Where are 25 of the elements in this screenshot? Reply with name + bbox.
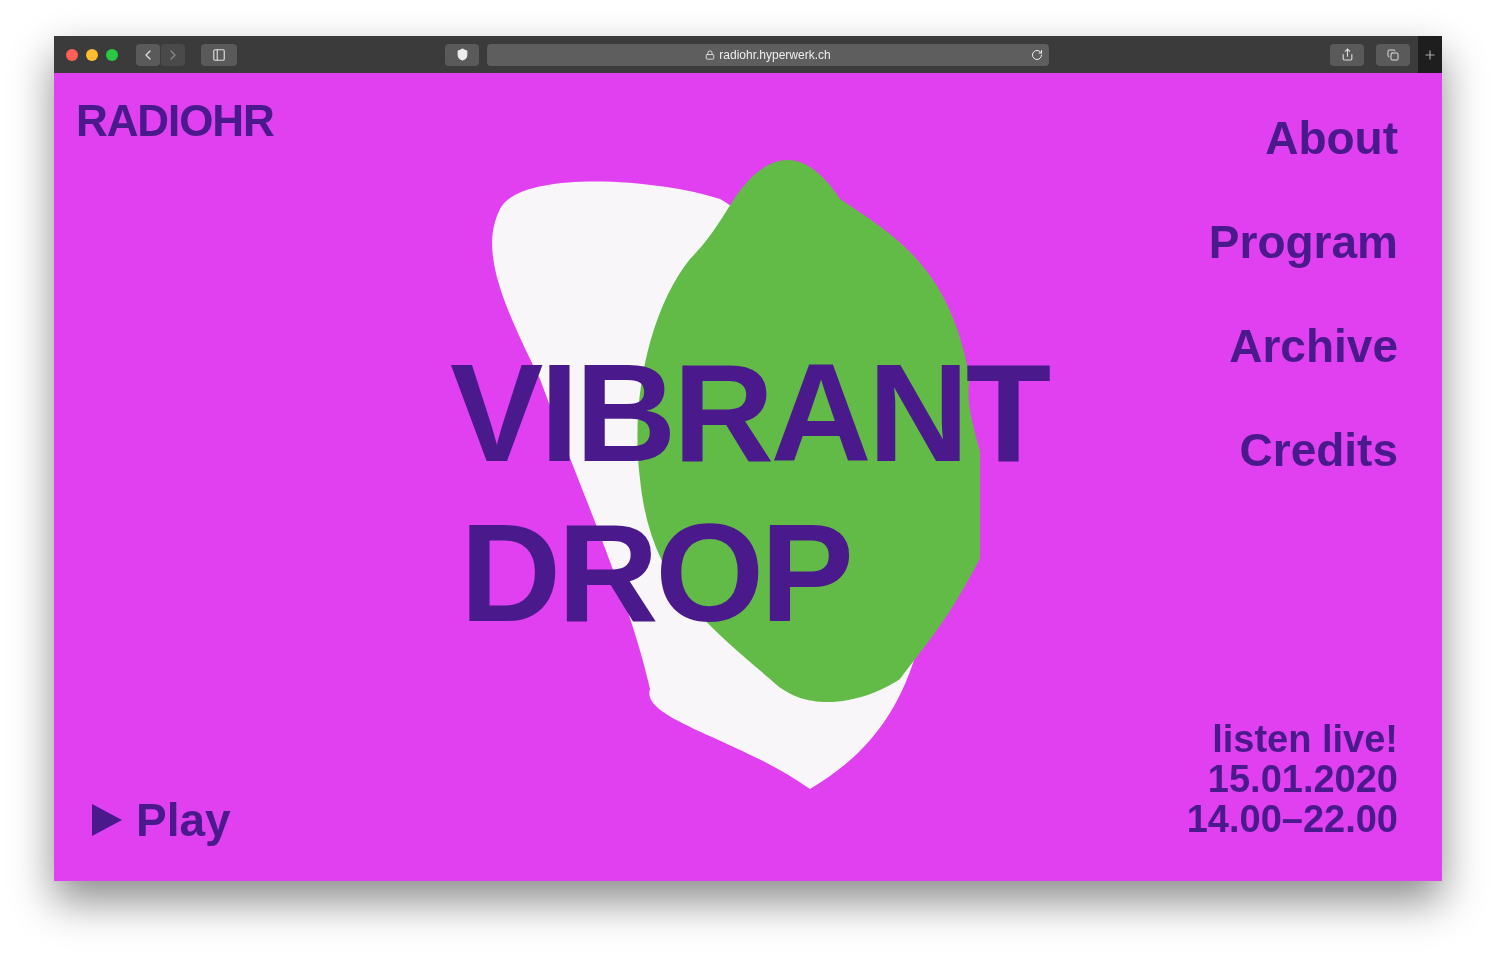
nav-link[interactable]: About: [1265, 111, 1398, 165]
shield-button[interactable]: [445, 43, 479, 66]
tabs-button[interactable]: [1376, 43, 1410, 66]
shield-icon: [455, 48, 469, 61]
tabs-icon: [1387, 48, 1399, 61]
sidebar-button[interactable]: [201, 43, 237, 66]
event-info-text: 14.00–22.00: [1186, 799, 1398, 839]
nav-link[interactable]: Archive: [1229, 319, 1398, 373]
reload-icon[interactable]: [1031, 48, 1043, 61]
back-button[interactable]: [136, 43, 160, 66]
nav-link[interactable]: Credits: [1239, 423, 1398, 477]
event-info-text: listen live!: [1212, 719, 1398, 759]
headline-text: DROP: [460, 503, 852, 643]
plus-icon: [1423, 47, 1437, 62]
share-icon: [1340, 48, 1354, 61]
new-tab-button[interactable]: [1418, 36, 1442, 73]
sidebar-icon: [212, 47, 226, 62]
site-logo[interactable]: RADIOHR: [76, 99, 454, 143]
share-button[interactable]: [1330, 43, 1364, 66]
nav-link[interactable]: Program: [1208, 215, 1398, 269]
url-text: radiohr.hyperwerk.ch: [719, 46, 831, 64]
lock-icon: [705, 49, 716, 60]
play-icon: [92, 804, 122, 836]
address-bar[interactable]: radiohr.hyperwerk.ch: [487, 43, 1049, 66]
event-info-text: 15.01.2020: [1207, 759, 1398, 799]
